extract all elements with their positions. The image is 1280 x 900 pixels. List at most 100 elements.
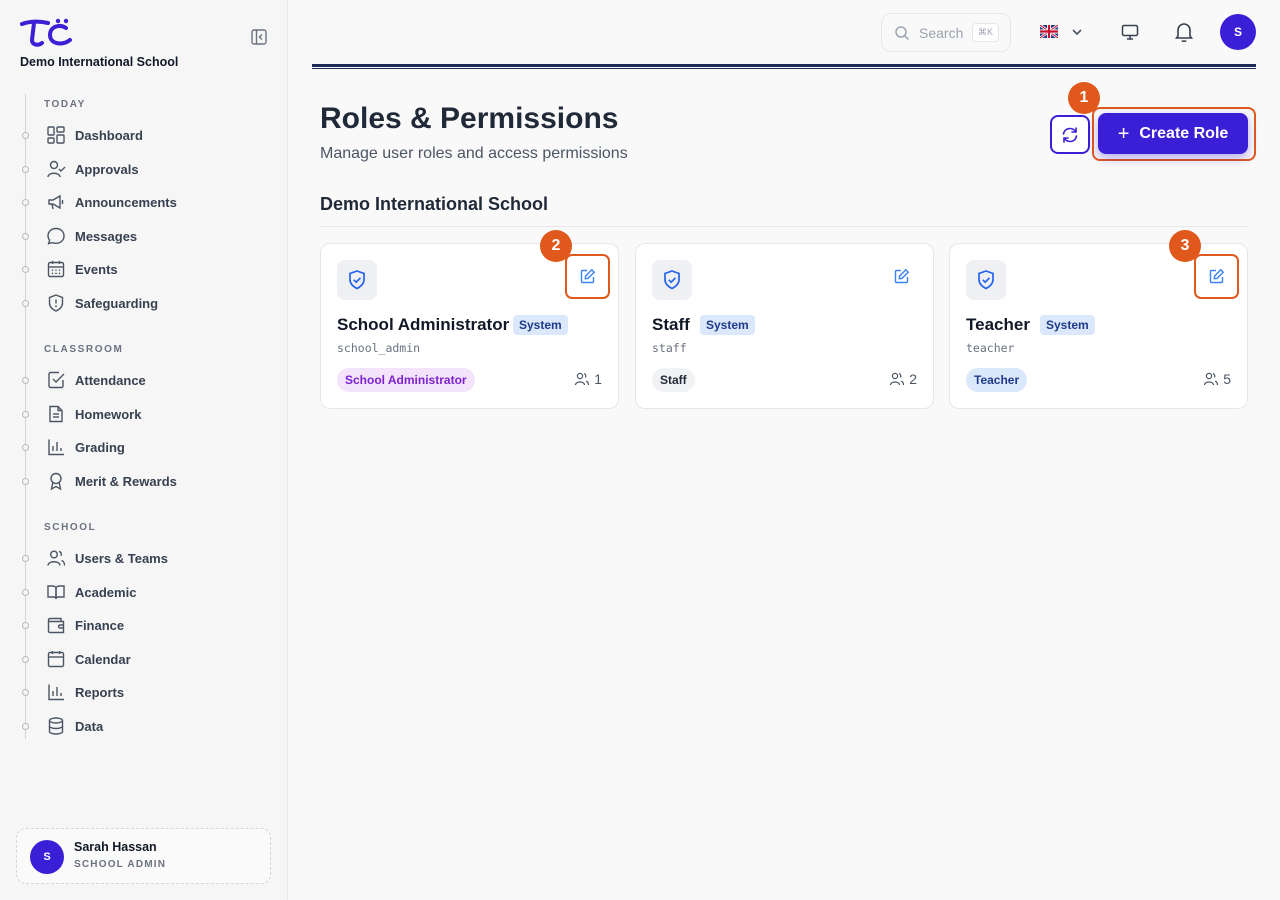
bar-chart-icon	[48, 684, 64, 701]
database-icon	[48, 717, 64, 735]
edit-icon	[1209, 268, 1224, 283]
user-check-icon	[47, 160, 66, 178]
sidebar-item-label: Events	[75, 262, 118, 277]
page-subtitle: Manage user roles and access permissions	[320, 145, 628, 162]
sidebar-item-label: Safeguarding	[75, 296, 159, 311]
user-profile-card[interactable]: S Sarah Hassan SCHOOL ADMIN	[16, 828, 271, 884]
edit-button[interactable]	[1200, 260, 1232, 292]
search-input[interactable]: Search ⌘K	[881, 13, 1011, 52]
sidebar-item-events[interactable]: Events	[0, 254, 270, 284]
chat-bubble-icon	[47, 227, 65, 245]
school-name: Demo International School	[20, 55, 179, 69]
language-selector[interactable]	[1040, 22, 1084, 42]
app-logo[interactable]	[20, 18, 76, 48]
role-name: School Administrator	[337, 315, 510, 334]
annotation-badge-2: 2	[540, 230, 572, 262]
edit-icon	[580, 268, 595, 283]
monitor-icon[interactable]	[1120, 22, 1140, 42]
nav-dot	[22, 266, 29, 273]
member-count: 1	[574, 371, 602, 387]
role-name: Teacher	[966, 315, 1030, 334]
system-tag: System	[513, 315, 568, 335]
nav-dot	[22, 589, 29, 596]
sidebar-item-label: Announcements	[75, 195, 177, 210]
avatar[interactable]: S	[1220, 14, 1256, 50]
sidebar-item-label: Reports	[75, 685, 125, 700]
nav-dot	[22, 689, 29, 696]
annotation-badge-3: 3	[1169, 230, 1201, 262]
sidebar-item-homework[interactable]: Homework	[0, 399, 270, 429]
sidebar-item-label: Data	[75, 719, 104, 734]
sidebar-item-grading[interactable]: Grading	[0, 432, 270, 462]
nav-dot	[22, 622, 29, 629]
nav-dot	[22, 166, 29, 173]
nav-dot	[22, 132, 29, 139]
role-card-teacher[interactable]: Teacher System teacher Teacher 5	[949, 243, 1248, 409]
avatar: S	[30, 840, 64, 874]
dashboard-icon	[47, 126, 65, 144]
sidebar-item-finance[interactable]: Finance	[0, 610, 270, 640]
sidebar-item-label: Users & Teams	[75, 551, 168, 566]
checkbox-icon	[48, 371, 65, 389]
member-count-value: 5	[1223, 371, 1231, 387]
sidebar-item-label: Finance	[75, 618, 125, 633]
header-divider	[312, 64, 1256, 69]
sidebar-item-label: Homework	[75, 407, 142, 422]
collapse-sidebar-icon[interactable]	[250, 28, 268, 46]
nav-dot	[22, 478, 29, 485]
group-title: Demo International School	[320, 194, 549, 214]
bar-chart-icon	[48, 439, 64, 456]
annotation-badge-1: 1	[1068, 82, 1100, 114]
edit-button[interactable]	[885, 260, 917, 292]
nav-dot	[22, 233, 29, 240]
sidebar-item-safeguarding[interactable]: Safeguarding	[0, 288, 270, 318]
refresh-button[interactable]	[1050, 115, 1090, 154]
nav-dot	[22, 199, 29, 206]
chevron-down-icon	[1072, 29, 1082, 36]
role-card-school-administrator[interactable]: School Administrator System school_admin…	[320, 243, 619, 409]
shield-check-icon	[652, 260, 692, 300]
sidebar-item-reports[interactable]: Reports	[0, 677, 270, 707]
role-pill: Teacher	[966, 368, 1028, 392]
users-icon	[575, 372, 590, 386]
book-open-icon	[47, 585, 65, 600]
role-card-staff[interactable]: Staff System staff Staff 2	[635, 243, 934, 409]
member-count: 5	[1203, 371, 1231, 387]
role-pill: School Administrator	[337, 368, 475, 392]
member-count: 2	[889, 371, 917, 387]
sidebar-item-dashboard[interactable]: Dashboard	[0, 120, 270, 150]
sidebar-item-label: Messages	[75, 229, 138, 244]
bell-icon[interactable]	[1172, 20, 1196, 44]
award-icon	[50, 472, 62, 491]
sidebar-item-approvals[interactable]: Approvals	[0, 154, 270, 184]
sidebar-item-academic[interactable]: Academic	[0, 577, 270, 607]
sidebar-item-announcements[interactable]: Announcements	[0, 187, 270, 217]
nav-dot	[22, 411, 29, 418]
users-icon	[1204, 372, 1219, 386]
shield-check-icon	[966, 260, 1006, 300]
sidebar-item-label: Merit & Rewards	[75, 474, 177, 489]
edit-icon	[894, 268, 909, 283]
sidebar-item-merit-rewards[interactable]: Merit & Rewards	[0, 466, 270, 496]
create-role-button[interactable]: + Create Role	[1098, 113, 1248, 154]
role-key: teacher	[966, 341, 1015, 355]
wallet-icon	[47, 617, 65, 634]
role-name: Staff	[652, 315, 690, 334]
sidebar-item-attendance[interactable]: Attendance	[0, 365, 270, 395]
sidebar-item-label: Attendance	[75, 373, 146, 388]
user-role: SCHOOL ADMIN	[74, 859, 167, 870]
nav-dot	[22, 723, 29, 730]
sidebar-item-calendar[interactable]: Calendar	[0, 644, 270, 674]
nav-dot	[22, 444, 29, 451]
nav-dot	[22, 656, 29, 663]
sidebar-item-label: Calendar	[75, 652, 131, 667]
shield-alert-icon	[48, 294, 64, 312]
plus-icon: +	[1117, 122, 1130, 145]
create-role-label: Create Role	[1139, 124, 1229, 142]
edit-button[interactable]	[571, 260, 603, 292]
search-placeholder: Search	[919, 25, 964, 41]
sidebar-item-messages[interactable]: Messages	[0, 221, 270, 251]
sidebar-item-users-teams[interactable]: Users & Teams	[0, 543, 270, 573]
sidebar-item-label: Approvals	[75, 162, 139, 177]
sidebar-item-data[interactable]: Data	[0, 711, 270, 741]
